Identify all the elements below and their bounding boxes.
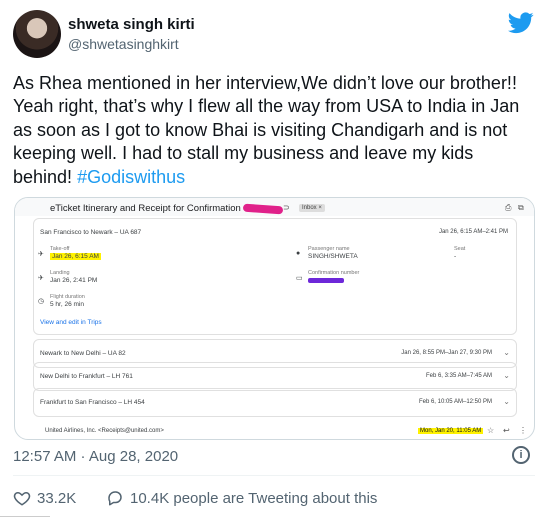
tweet-text: As Rhea mentioned in her interview,We di… xyxy=(13,72,533,189)
landing-value: Jan 26, 2:41 PM xyxy=(50,277,98,284)
display-name[interactable]: shweta singh kirti xyxy=(68,16,195,33)
like-stat[interactable]: 33.2K xyxy=(13,489,76,507)
conversation-stat[interactable]: 10.4K people are Tweeting about this xyxy=(106,489,377,507)
passenger-value: SINGH/SHWETA xyxy=(308,253,358,260)
inbox-chip: Inbox × xyxy=(299,204,325,212)
takeoff-label: Take-off xyxy=(50,246,70,252)
route-main: San Francisco to Newark – UA 687 xyxy=(40,229,142,236)
ticket-icon: ▭ xyxy=(296,275,303,282)
takeoff-icon: ✈ xyxy=(38,251,44,258)
attached-screenshot[interactable]: eTicket Itinerary and Receipt for Confir… xyxy=(14,197,535,440)
label-icon: ⊃ xyxy=(283,203,290,212)
print-icon: ⎙ xyxy=(505,203,512,212)
heart-icon[interactable] xyxy=(13,489,31,507)
chevron-down-icon: ⌄ xyxy=(503,397,510,406)
more-icon: ⋮ xyxy=(519,426,527,435)
divider xyxy=(13,475,535,476)
star-icon: ☆ xyxy=(487,426,495,435)
duration-label: Flight duration xyxy=(50,294,85,300)
clock-icon: ◷ xyxy=(38,298,45,305)
flight-card: San Francisco to Newark – UA 687 Jan 26,… xyxy=(33,218,517,335)
email-subject: eTicket Itinerary and Receipt for Confir… xyxy=(50,203,241,214)
tweet-card: shweta singh kirti @shwetasinghkirt As R… xyxy=(0,0,548,517)
chevron-down-icon: ⌄ xyxy=(503,348,510,357)
confirmation-redaction xyxy=(308,278,344,283)
chevron-down-icon: ⌄ xyxy=(503,371,510,380)
seat-label: Seat xyxy=(454,246,466,252)
confirmation-label: Confirmation number xyxy=(308,270,360,276)
segment-row[interactable]: Frankfurt to San Francisco – LH 454 Feb … xyxy=(33,388,517,417)
landing-label: Landing xyxy=(50,270,70,276)
route-main-time: Jan 26, 6:15 AM–2:41 PM xyxy=(438,229,508,235)
twitter-bird-icon[interactable] xyxy=(508,12,534,34)
person-icon: ● xyxy=(296,250,301,257)
takeoff-value: Jan 26, 6:15 AM xyxy=(50,253,101,260)
reply-icon: ↩ xyxy=(503,426,510,435)
seat-value: - xyxy=(454,253,457,260)
view-trips-link[interactable]: View and edit in Trips xyxy=(40,319,102,326)
duration-value: 5 hr, 26 min xyxy=(50,301,84,308)
avatar[interactable] xyxy=(13,10,61,58)
passenger-label: Passenger name xyxy=(308,246,350,252)
like-count: 33.2K xyxy=(37,489,77,507)
hashtag-link[interactable]: #Godiswithus xyxy=(77,167,185,187)
segment-row[interactable]: New Delhi to Frankfurt – LH 761 Feb 6, 3… xyxy=(33,362,517,391)
info-icon[interactable]: i xyxy=(512,446,530,464)
comment-icon[interactable] xyxy=(106,489,124,507)
email-sender: United Airlines, Inc. <Receipts@united.c… xyxy=(45,428,164,434)
user-handle[interactable]: @shwetasinghkirt xyxy=(68,36,179,52)
open-external-icon: ⧉ xyxy=(518,203,524,212)
tweet-timestamp[interactable]: 12:57 AM · Aug 28, 2020 xyxy=(13,448,178,465)
landing-icon: ✈ xyxy=(38,275,44,282)
email-date: Mon, Jan 20, 11:05 AM xyxy=(418,428,484,434)
conversation-text: 10.4K people are Tweeting about this xyxy=(130,489,378,507)
